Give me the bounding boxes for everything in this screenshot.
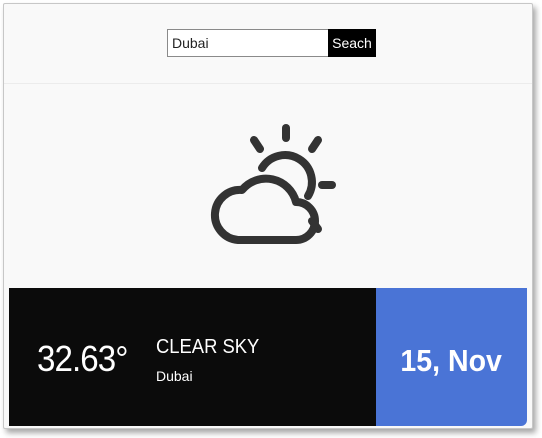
search-input[interactable] [167, 29, 328, 57]
search-button[interactable]: Seach [328, 29, 376, 57]
header-divider [4, 83, 532, 84]
search-bar: Seach [167, 29, 376, 57]
weather-info-panel: 32.63° CLEAR SKY Dubai [9, 288, 378, 426]
partly-cloudy-icon [210, 124, 336, 244]
city-name: Dubai [156, 368, 193, 384]
date-panel: 15, Nov [376, 288, 527, 426]
temperature-value: 32.63° [37, 338, 129, 379]
weather-app-window: Seach 32.63° CLEAR SKY Dubai 15, Nov [3, 3, 533, 429]
weather-condition: CLEAR SKY [156, 336, 260, 358]
date-text: 15, Nov [400, 343, 503, 378]
